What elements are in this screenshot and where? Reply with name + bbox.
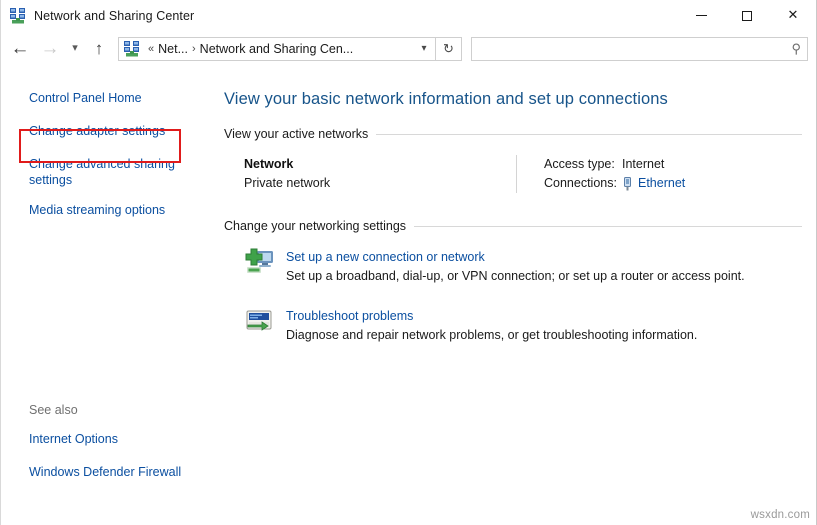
networking-settings-title: Change your networking settings [224, 219, 414, 233]
see-also-section: See also Internet Options Windows Defend… [1, 403, 216, 497]
set-up-new-connection-description: Set up a broadband, dial-up, or VPN conn… [286, 267, 745, 286]
recent-locations-button[interactable]: ▾ [65, 36, 85, 62]
breadcrumb-overflow[interactable]: « [144, 43, 158, 55]
network-sharing-icon [10, 8, 26, 24]
section-divider [414, 226, 802, 227]
ethernet-link[interactable]: Ethernet [638, 174, 685, 193]
active-networks-list: Network Private network Access type: Int… [224, 155, 802, 193]
arrow-right-icon: → [41, 39, 60, 58]
connections-row: Connections: Ethernet [544, 174, 802, 193]
arrow-up-icon: ↑ [95, 40, 104, 57]
maximize-button[interactable] [724, 0, 770, 31]
address-dropdown-button[interactable]: ▾ [413, 38, 435, 60]
network-name: Network [244, 155, 516, 174]
vertical-divider [516, 155, 517, 193]
address-network-sharing-icon [124, 41, 140, 57]
content-area: Control Panel Home Change adapter settin… [1, 66, 816, 523]
arrow-left-icon: ← [11, 39, 30, 58]
address-bar[interactable]: « Net... › Network and Sharing Cen... ▾ [118, 37, 436, 61]
task-set-up-new-connection: Set up a new connection or network Set u… [224, 247, 802, 286]
active-networks-title: View your active networks [224, 127, 376, 141]
search-input[interactable] [472, 39, 807, 59]
network-details: Access type: Internet Connections: [544, 155, 802, 193]
task-body: Set up a new connection or network Set u… [286, 247, 745, 286]
main-panel: View your basic network information and … [216, 66, 816, 523]
breadcrumb-separator-0[interactable]: › [188, 43, 200, 55]
troubleshoot-problems-link[interactable]: Troubleshoot problems [286, 307, 697, 326]
network-and-sharing-center-window: Network and Sharing Center ✕ ← → ▾ ↑ [0, 0, 817, 525]
sidebar: Control Panel Home Change adapter settin… [1, 66, 216, 523]
active-networks-section-header: View your active networks [224, 127, 802, 141]
breadcrumb-item-1[interactable]: Network and Sharing Cen... [200, 42, 354, 56]
access-type-row: Access type: Internet [544, 155, 802, 174]
search-icon: ⚲ [791, 42, 801, 55]
task-troubleshoot-problems: Troubleshoot problems Diagnose and repai… [224, 306, 802, 345]
network-summary: Network Private network [244, 155, 516, 193]
sidebar-item-change-advanced-sharing-settings[interactable]: Change advanced sharing settings [1, 156, 216, 188]
networking-settings-section-header: Change your networking settings [224, 219, 802, 233]
see-also-windows-defender-firewall[interactable]: Windows Defender Firewall [1, 464, 216, 480]
access-type-label: Access type: [544, 155, 622, 174]
chevron-down-icon: ▾ [421, 43, 426, 54]
refresh-icon: ↻ [443, 41, 454, 57]
see-also-title: See also [1, 403, 216, 417]
window-controls: ✕ [678, 0, 816, 31]
up-button[interactable]: ↑ [85, 36, 113, 62]
access-type-value: Internet [622, 155, 664, 174]
refresh-button[interactable]: ↻ [436, 37, 462, 61]
close-icon: ✕ [788, 9, 799, 22]
section-divider [376, 134, 802, 135]
minimize-button[interactable] [678, 0, 724, 31]
back-button[interactable]: ← [5, 36, 35, 62]
troubleshoot-problems-description: Diagnose and repair network problems, or… [286, 326, 697, 345]
forward-button[interactable]: → [35, 36, 65, 62]
ethernet-port-icon [622, 177, 633, 191]
sidebar-item-change-adapter-settings[interactable]: Change adapter settings [1, 123, 216, 139]
task-body: Troubleshoot problems Diagnose and repai… [286, 306, 697, 345]
search-box[interactable]: ⚲ [471, 37, 808, 61]
chevron-down-icon: ▾ [72, 43, 78, 54]
see-also-internet-options[interactable]: Internet Options [1, 431, 216, 447]
title-bar: Network and Sharing Center ✕ [1, 0, 816, 31]
troubleshoot-icon [244, 306, 276, 338]
navigation-toolbar: ← → ▾ ↑ [1, 31, 816, 66]
set-up-new-connection-link[interactable]: Set up a new connection or network [286, 248, 745, 267]
close-button[interactable]: ✕ [770, 0, 816, 31]
connections-label: Connections: [544, 174, 622, 193]
watermark: wsxdn.com [751, 509, 810, 521]
minimize-icon [696, 15, 707, 16]
breadcrumb-item-0[interactable]: Net... [158, 42, 188, 56]
window-title: Network and Sharing Center [34, 9, 194, 23]
sidebar-item-control-panel-home[interactable]: Control Panel Home [1, 90, 216, 106]
page-title: View your basic network information and … [224, 88, 802, 110]
sidebar-item-media-streaming-options[interactable]: Media streaming options [1, 202, 216, 218]
network-type: Private network [244, 174, 516, 193]
new-connection-icon [244, 247, 276, 279]
maximize-icon [742, 11, 752, 21]
